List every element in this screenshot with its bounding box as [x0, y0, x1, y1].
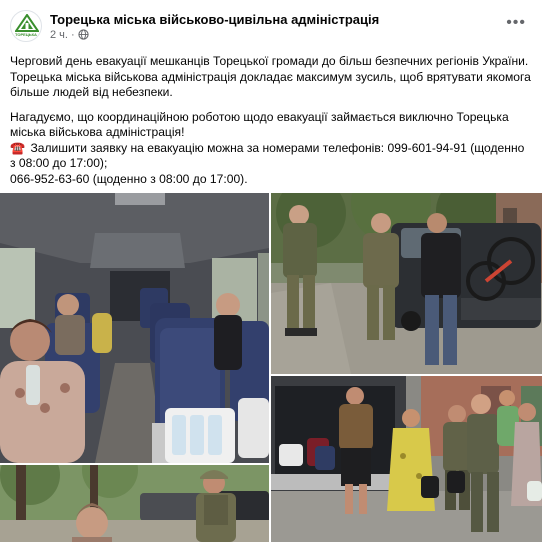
- post-line: Залишити заявку на евакуацію можна за но…: [10, 140, 525, 171]
- post-text: Черговий день евакуації мешканців Торець…: [10, 54, 532, 187]
- post-header: ТОРЕЦЬКА Торецька міська військово-цивіл…: [10, 10, 532, 46]
- photo-soldiers-van[interactable]: [271, 193, 542, 374]
- post-meta: 2 ч. ·: [50, 29, 89, 43]
- page-name-link[interactable]: Торецька міська військово-цивільна адмін…: [50, 12, 379, 27]
- photo-bus-interior[interactable]: [0, 193, 269, 463]
- facebook-post: ТОРЕЦЬКА Торецька міська військово-цивіл…: [0, 0, 542, 542]
- phone-icon: ☎️: [10, 140, 26, 155]
- logo-text: ТОРЕЦЬКА: [15, 32, 37, 37]
- photo-grid: [0, 193, 542, 542]
- post-paragraph: Нагадуємо, що координаційною роботою щод…: [10, 110, 532, 188]
- post-line: Нагадуємо, що координаційною роботою щод…: [10, 109, 509, 140]
- post-timestamp[interactable]: 2 ч.: [50, 29, 68, 41]
- meta-separator: ·: [70, 29, 75, 41]
- post-paragraph: Черговий день евакуації мешканців Торець…: [10, 54, 531, 99]
- more-options-icon[interactable]: •••: [506, 14, 526, 32]
- post-line: 066-952-63-60 (щоденно з 08:00 до 17:00)…: [10, 171, 248, 186]
- globe-icon: [78, 29, 89, 43]
- photo-people-bags[interactable]: [271, 376, 542, 542]
- page-avatar[interactable]: ТОРЕЦЬКА: [10, 10, 42, 42]
- photo-woman-soldier[interactable]: [0, 465, 269, 542]
- logo-icon: [15, 14, 39, 32]
